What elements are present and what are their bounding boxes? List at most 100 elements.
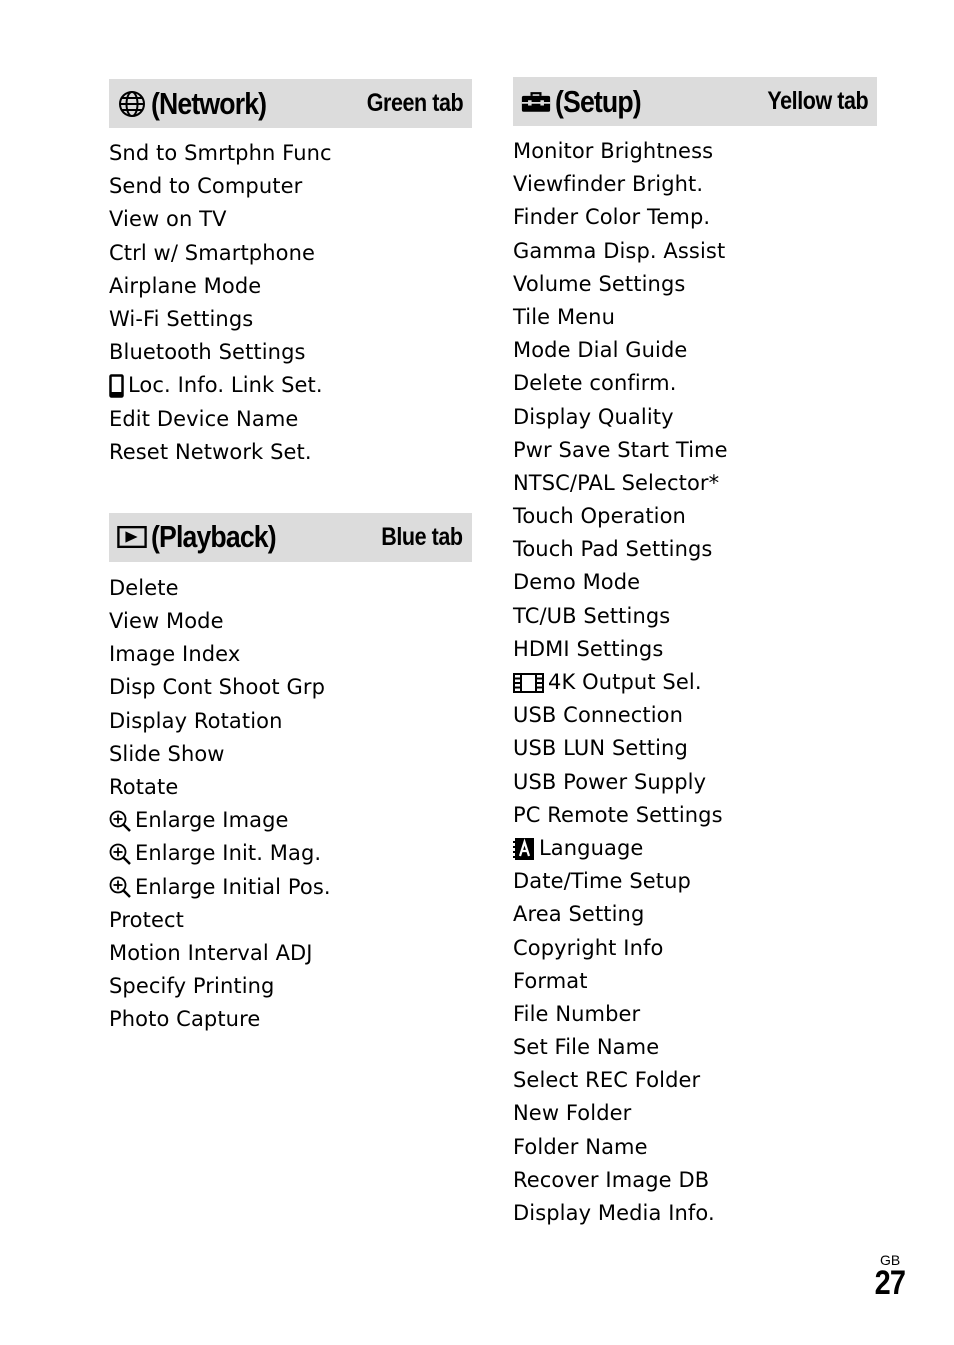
menu-item-label: New Folder	[513, 1101, 632, 1126]
menu-item: Motion Interval ADJ	[109, 937, 472, 970]
menu-item: Folder Name	[513, 1131, 877, 1164]
menu-item: Demo Mode	[513, 566, 877, 599]
menu-item-label: Gamma Disp. Assist	[513, 238, 726, 263]
menu-item-label: Delete confirm.	[513, 371, 677, 396]
menu-item-label: Photo Capture	[109, 1007, 261, 1032]
menu-item-label: Display Quality	[513, 404, 674, 429]
menu-item: Slide Show	[109, 738, 472, 771]
menu-item-label: USB Power Supply	[513, 769, 707, 794]
menu-item: Date/Time Setup	[513, 865, 877, 898]
zoom-in-icon	[109, 843, 131, 865]
playback-tab-label: Blue tab	[381, 522, 464, 551]
menu-item: Language	[513, 832, 877, 865]
menu-item-label: Rotate	[109, 775, 179, 799]
menu-item-label: Loc. Info. Link Set.	[128, 373, 323, 398]
menu-item-label: PC Remote Settings	[513, 802, 723, 827]
menu-item-label: View Mode	[109, 609, 224, 634]
menu-item-label: HDMI Settings	[513, 636, 664, 661]
menu-item: Touch Pad Settings	[513, 533, 877, 566]
menu-item: Display Rotation	[109, 705, 472, 738]
play-icon	[117, 522, 147, 552]
menu-item-label: Airplane Mode	[109, 273, 262, 298]
menu-item-label: Finder Color Temp.	[513, 205, 711, 230]
menu-item-label: Disp Cont Shoot Grp	[109, 675, 326, 700]
menu-item: Format	[513, 965, 877, 998]
menu-item: USB LUN Setting	[513, 732, 877, 765]
menu-item: Display Quality	[513, 401, 877, 434]
menu-item: Mode Dial Guide	[513, 334, 877, 367]
menu-item-label: Folder Name	[513, 1134, 648, 1159]
left-column: (Network) Green tab Snd to Smrtphn Func S…	[109, 79, 472, 1037]
menu-item: Bluetooth Settings	[109, 336, 472, 369]
menu-item: Photo Capture	[109, 1003, 472, 1036]
movie-film-icon	[513, 672, 544, 694]
menu-item: USB Connection	[513, 699, 877, 732]
menu-item-label: Slide Show	[109, 741, 225, 766]
network-menu-list: Snd to Smrtphn Func Send to Computer View …	[109, 137, 472, 469]
menu-item-label: Specify Printing	[109, 974, 275, 999]
menu-item-label: Volume Settings	[513, 271, 686, 296]
menu-item: Tile Menu	[513, 301, 877, 334]
menu-item-label: Touch Operation	[513, 504, 686, 529]
menu-item: New Folder	[513, 1097, 877, 1130]
globe-icon	[117, 89, 147, 119]
network-header: (Network) Green tab	[109, 79, 472, 128]
setup-header: (Setup) Yellow tab	[513, 77, 877, 126]
menu-item: Airplane Mode	[109, 270, 472, 303]
network-title: (Network)	[151, 85, 267, 121]
menu-item-label: Pwr Save Start Time	[513, 437, 728, 462]
menu-item-label: Display Media Info.	[513, 1201, 715, 1225]
menu-item: Specify Printing	[109, 970, 472, 1003]
menu-item: TC/UB Settings	[513, 600, 877, 633]
menu-item: Edit Device Name	[109, 403, 472, 436]
menu-item: Enlarge Init. Mag.	[109, 837, 472, 870]
menu-item-label: Recover Image DB	[513, 1167, 710, 1192]
menu-item-label: Set File Name	[513, 1035, 660, 1060]
menu-item: Delete	[109, 572, 472, 605]
menu-item: Select REC Folder	[513, 1064, 877, 1097]
menu-item-label: 4K Output Sel.	[548, 670, 702, 694]
menu-item: Viewfinder Bright.	[513, 168, 877, 201]
menu-item: Enlarge Image	[109, 804, 472, 837]
menu-item-label: Send to Computer	[109, 174, 303, 199]
menu-item: Recover Image DB	[513, 1164, 877, 1197]
menu-item-label: Enlarge Image	[135, 808, 289, 833]
setup-section: (Setup) Yellow tab Monitor Brightness Vie…	[513, 77, 877, 1230]
menu-item-label: NTSC/PAL Selector*	[513, 470, 720, 495]
menu-item-label: Tile Menu	[513, 304, 616, 329]
menu-item: Set File Name	[513, 1031, 877, 1064]
network-section: (Network) Green tab Snd to Smrtphn Func S…	[109, 79, 472, 469]
setup-title: (Setup)	[555, 83, 642, 119]
menu-item-label: Bluetooth Settings	[109, 340, 306, 365]
menu-item-label: Monitor Brightness	[513, 139, 714, 163]
setup-menu-list: Monitor Brightness Viewfinder Bright. Find…	[513, 135, 877, 1230]
menu-item: Touch Operation	[513, 500, 877, 533]
menu-item-label: Copyright Info	[513, 935, 664, 960]
setup-tab-label: Yellow tab	[767, 87, 868, 115]
menu-item: Send to Computer	[109, 170, 472, 203]
menu-item-label: File Number	[513, 1001, 641, 1026]
menu-item: HDMI Settings	[513, 633, 877, 666]
menu-item: NTSC/PAL Selector*	[513, 467, 877, 500]
menu-item-label: Wi-Fi Settings	[109, 306, 254, 331]
menu-item-label: Protect	[109, 907, 184, 932]
menu-item: Delete confirm.	[513, 367, 877, 400]
menu-item-label: Enlarge Init. Mag.	[135, 841, 322, 866]
menu-item-label: Enlarge Initial Pos.	[135, 874, 331, 899]
zoom-in-icon	[109, 876, 131, 899]
menu-item: USB Power Supply	[513, 766, 877, 799]
menu-item-label: Date/Time Setup	[513, 869, 691, 894]
menu-item: Gamma Disp. Assist	[513, 235, 877, 268]
menu-item-label: Language	[539, 835, 644, 860]
playback-menu-list: Delete View Mode Image Index Disp Cont Shoo…	[109, 572, 472, 1037]
page-number: 27	[874, 1264, 906, 1302]
menu-item-label: Demo Mode	[513, 570, 641, 595]
menu-item: 4K Output Sel.	[513, 666, 877, 699]
menu-item: Volume Settings	[513, 268, 877, 301]
menu-item: Copyright Info	[513, 932, 877, 965]
menu-item: Rotate	[109, 771, 472, 804]
menu-item-label: Select REC Folder	[513, 1068, 701, 1093]
menu-item-label: Edit Device Name	[109, 406, 299, 431]
menu-item-label: Delete	[109, 575, 179, 600]
menu-item: View on TV	[109, 203, 472, 236]
